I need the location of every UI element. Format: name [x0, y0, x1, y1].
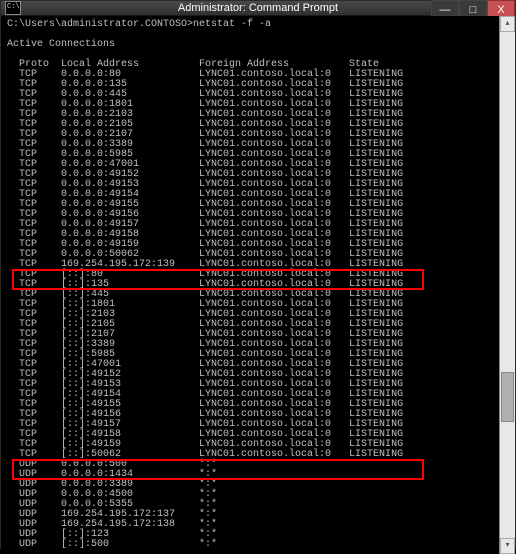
scroll-down-arrow-icon[interactable]: ▾: [500, 538, 515, 554]
scroll-track[interactable]: [500, 32, 515, 538]
titlebar[interactable]: C:\ Administrator: Command Prompt — □ X: [1, 1, 515, 16]
command-prompt-window: C:\ Administrator: Command Prompt — □ X …: [0, 0, 516, 549]
scroll-up-arrow-icon[interactable]: ▴: [500, 16, 515, 32]
terminal-output[interactable]: C:\Users\administrator.CONTOSO>netstat -…: [1, 16, 499, 554]
terminal-area: C:\Users\administrator.CONTOSO>netstat -…: [1, 16, 515, 554]
scroll-thumb[interactable]: [501, 372, 514, 422]
vertical-scrollbar[interactable]: ▴ ▾: [499, 16, 515, 554]
